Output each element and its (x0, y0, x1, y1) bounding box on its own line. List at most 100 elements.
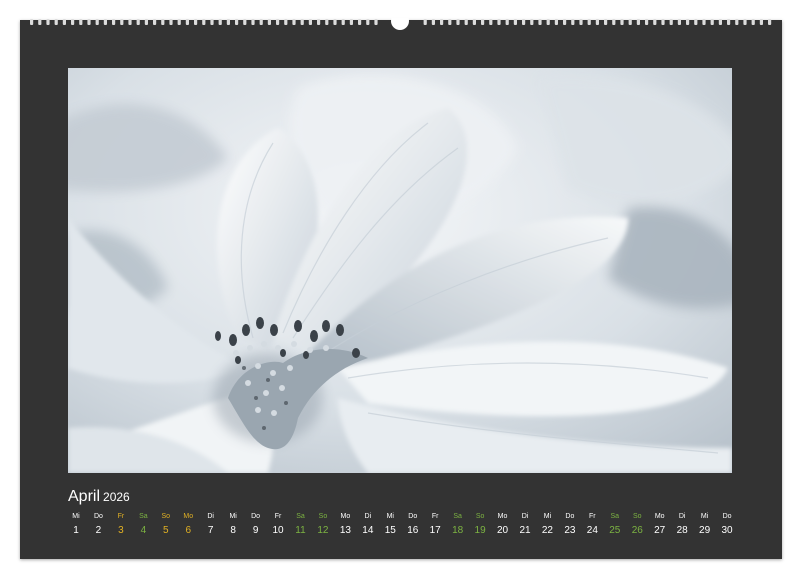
day-grid: Mi 1 Do 2 Fr 3 Sa 4 So 5 Mo 6 Di 7 Mi 8 Do 9 Fr 10 Sa 11 So 12 M… (65, 511, 739, 543)
day-cell: Mo 20 (492, 511, 514, 539)
day-cell: Do 23 (559, 511, 581, 539)
binding-loop (177, 19, 181, 25)
binding-loop (308, 19, 312, 25)
day-number: 18 (452, 525, 464, 536)
binding-loop (653, 19, 657, 25)
day-cell: Mi 8 (222, 511, 244, 539)
binding-loop (103, 19, 107, 25)
binding-loop (522, 19, 526, 25)
binding-loop (456, 19, 460, 25)
binding-loop (235, 19, 239, 25)
binding-loop (669, 19, 673, 25)
day-cell: Di 7 (200, 511, 222, 539)
day-abbr: Di (678, 513, 686, 520)
binding-loop (563, 19, 567, 25)
day-cell: Fr 24 (581, 511, 603, 539)
day-number: 13 (339, 525, 351, 536)
day-number: 8 (230, 525, 236, 536)
day-abbr: Mi (72, 513, 80, 520)
binding-loop (185, 19, 189, 25)
binding-loop (612, 19, 616, 25)
binding-loop (735, 19, 739, 25)
binding-loop (243, 19, 247, 25)
day-number: 25 (609, 525, 621, 536)
day-abbr: Fr (117, 513, 125, 520)
day-number: 17 (429, 525, 441, 536)
binding-loop (358, 19, 362, 25)
day-number: 1 (73, 525, 79, 536)
binding-loop (267, 19, 271, 25)
binding-loop (87, 19, 91, 25)
binding-loop (259, 19, 263, 25)
binding-loop (595, 19, 599, 25)
binding-loop (497, 19, 501, 25)
day-abbr: Mo (497, 513, 508, 520)
day-cell: Do 2 (87, 511, 109, 539)
binding-loop (276, 19, 280, 25)
day-cell: Di 14 (357, 511, 379, 539)
day-abbr: So (161, 513, 171, 520)
day-number: 19 (474, 525, 486, 536)
binding-loop (440, 19, 444, 25)
day-number: 2 (95, 525, 102, 536)
day-cell: Mi 29 (694, 511, 716, 539)
binding-loop (218, 19, 222, 25)
binding-loop (349, 19, 353, 25)
day-cell: Mo 6 (177, 511, 199, 539)
binding-loop (54, 19, 58, 25)
day-abbr: Sa (610, 513, 620, 520)
day-abbr: Do (408, 513, 418, 520)
day-cell: Di 21 (514, 511, 536, 539)
day-abbr: So (632, 513, 642, 520)
day-cell: So 5 (155, 511, 177, 539)
binding-loop (366, 19, 370, 25)
day-abbr: Mi (700, 513, 709, 520)
day-abbr: Fr (274, 513, 282, 520)
day-number: 23 (564, 525, 576, 536)
binding-loop (694, 19, 698, 25)
binding-loop (210, 19, 214, 25)
day-number: 20 (496, 525, 509, 536)
binding-loop (513, 19, 517, 25)
day-number: 16 (407, 525, 419, 536)
day-cell: Mo 13 (334, 511, 356, 539)
binding-loop (636, 19, 640, 25)
year-label: 2026 (103, 490, 130, 504)
binding-loop (423, 19, 427, 25)
binding-loop (661, 19, 665, 25)
binding-loop (112, 19, 116, 25)
binding-loop (341, 19, 345, 25)
binding-loop (718, 19, 722, 25)
day-abbr: Do (565, 513, 575, 520)
binding-loop (128, 19, 132, 25)
binding-loop (686, 19, 690, 25)
binding-loop (71, 19, 75, 25)
binding-loop (472, 19, 476, 25)
day-abbr: Di (364, 513, 372, 520)
binding-loop (579, 19, 583, 25)
binding-loop (333, 19, 337, 25)
day-number: 5 (163, 525, 169, 536)
day-number: 10 (272, 525, 284, 536)
day-abbr: So (318, 513, 328, 520)
binding-loop (505, 19, 509, 25)
day-cell: Fr 3 (110, 511, 132, 539)
day-number: 3 (118, 525, 124, 536)
day-abbr: Mi (229, 513, 237, 520)
day-number: 7 (207, 525, 214, 536)
binding-loop (251, 19, 255, 25)
month-name: April (68, 488, 101, 505)
binding-loop (194, 19, 198, 25)
binding-loop (620, 19, 624, 25)
binding-loop (374, 19, 378, 25)
day-number: 6 (185, 525, 192, 536)
day-cell: Fr 17 (424, 511, 446, 539)
day-abbr: Sa (296, 513, 305, 520)
day-number: 29 (699, 525, 711, 536)
binding-loop (571, 19, 575, 25)
day-number: 11 (295, 525, 306, 536)
flower-photo (68, 68, 732, 473)
day-number: 9 (252, 525, 259, 536)
day-number: 24 (586, 525, 598, 536)
day-abbr: Di (521, 513, 529, 520)
